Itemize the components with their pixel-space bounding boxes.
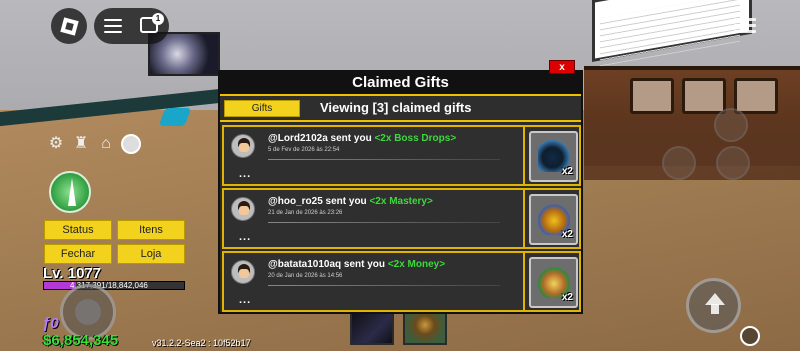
sender-avatar xyxy=(231,197,255,221)
gift-sender: @batata1010aq sent you xyxy=(268,259,386,270)
gift-separator xyxy=(523,253,525,310)
home-icon[interactable]: ⌂ xyxy=(96,134,116,154)
gift-item-slot: x2 xyxy=(529,257,578,308)
gift-item: <2x Boss Drops> xyxy=(374,133,457,144)
money-counter: $6,854,345 xyxy=(43,332,119,349)
counter-window xyxy=(734,78,778,114)
gift-row: @batata1010aq sent you <2x Money> 20 de … xyxy=(222,251,581,312)
gift-multiplier: x2 xyxy=(561,292,573,303)
hamburger-menu-icon[interactable] xyxy=(104,19,122,33)
gift-item-slot: x2 xyxy=(529,194,578,245)
gift-date: 21 de Jan de 2026 às 23:26 xyxy=(268,210,343,216)
gift-date: 20 de Jan de 2026 às 14:56 xyxy=(268,273,343,279)
counter-window xyxy=(682,78,726,114)
hotbar-slot-1[interactable] xyxy=(350,311,394,345)
ability-button[interactable] xyxy=(716,146,750,180)
gift-row: @Lord2102a sent you <2x Boss Drops> 5 de… xyxy=(222,125,581,186)
roblox-menu-button[interactable] xyxy=(51,8,87,44)
ability-button[interactable] xyxy=(714,108,748,142)
counter-window xyxy=(630,78,674,114)
gift-row: @hoo_ro25 sent you <2x Mastery> 21 de Ja… xyxy=(222,188,581,249)
sender-avatar xyxy=(231,260,255,284)
gift-separator xyxy=(523,190,525,247)
profile-icon[interactable] xyxy=(121,134,141,154)
gift-sender: @hoo_ro25 sent you xyxy=(268,196,367,207)
loja-button[interactable]: Loja xyxy=(117,244,185,264)
status-button[interactable]: Status xyxy=(44,220,112,240)
gift-item: <2x Mastery> xyxy=(369,196,433,207)
shift-lock-icon[interactable] xyxy=(740,326,760,346)
gift-sender-line: @hoo_ro25 sent you <2x Mastery> xyxy=(268,196,433,207)
gift-sender: @Lord2102a sent you xyxy=(268,133,372,144)
hud-icon-row: ⚙ ♜ ⌂ xyxy=(46,134,141,154)
xp-bar: 4,317,391/18,842,046 xyxy=(43,281,185,290)
gift-more-button[interactable]: ... xyxy=(239,231,251,243)
fragments-counter: ƒ0 xyxy=(42,315,59,332)
gift-separator xyxy=(523,127,525,184)
gift-more-button[interactable]: ... xyxy=(239,294,251,306)
chat-badge: 1 xyxy=(152,13,164,25)
gear-icon[interactable]: ⚙ xyxy=(46,134,66,154)
claimed-gifts-dialog: Claimed Gifts x Gifts Viewing [3] claime… xyxy=(218,60,583,314)
gift-date: 5 de Fev de 2026 às 22:54 xyxy=(268,147,340,153)
dialog-tab-bar: Gifts Viewing [3] claimed gifts xyxy=(220,94,581,122)
tab-gifts[interactable]: Gifts xyxy=(224,100,300,117)
hotbar-slot-2[interactable] xyxy=(403,311,447,345)
compass-icon[interactable] xyxy=(49,171,91,213)
gift-multiplier: x2 xyxy=(561,229,573,240)
itens-button[interactable]: Itens xyxy=(117,220,185,240)
gift-sender-line: @Lord2102a sent you <2x Boss Drops> xyxy=(268,133,456,144)
close-button[interactable]: x xyxy=(549,60,575,74)
fechar-button[interactable]: Fechar xyxy=(44,244,112,264)
gift-divider xyxy=(268,159,500,160)
crew-icon[interactable]: ♜ xyxy=(71,134,91,154)
sender-avatar xyxy=(231,134,255,158)
version-label: v31.2.2-Sea2 : 10f52b17 xyxy=(152,338,251,348)
gift-item-slot: x2 xyxy=(529,131,578,182)
viewing-count-label: Viewing [3] claimed gifts xyxy=(320,100,472,115)
gift-divider xyxy=(268,222,500,223)
leaderboard-icon[interactable] xyxy=(734,18,756,36)
gift-item: <2x Money> xyxy=(387,259,446,270)
jump-button[interactable] xyxy=(686,278,741,333)
player-level: Lv. 1077 xyxy=(43,265,102,282)
gift-more-button[interactable]: ... xyxy=(239,168,251,180)
gift-divider xyxy=(268,285,500,286)
ability-button[interactable] xyxy=(662,146,696,180)
dialog-title: Claimed Gifts xyxy=(220,72,581,94)
top-menu-pill: 1 xyxy=(94,8,169,44)
roblox-logo-icon xyxy=(59,16,79,36)
gift-multiplier: x2 xyxy=(561,166,573,177)
gift-sender-line: @batata1010aq sent you <2x Money> xyxy=(268,259,445,270)
